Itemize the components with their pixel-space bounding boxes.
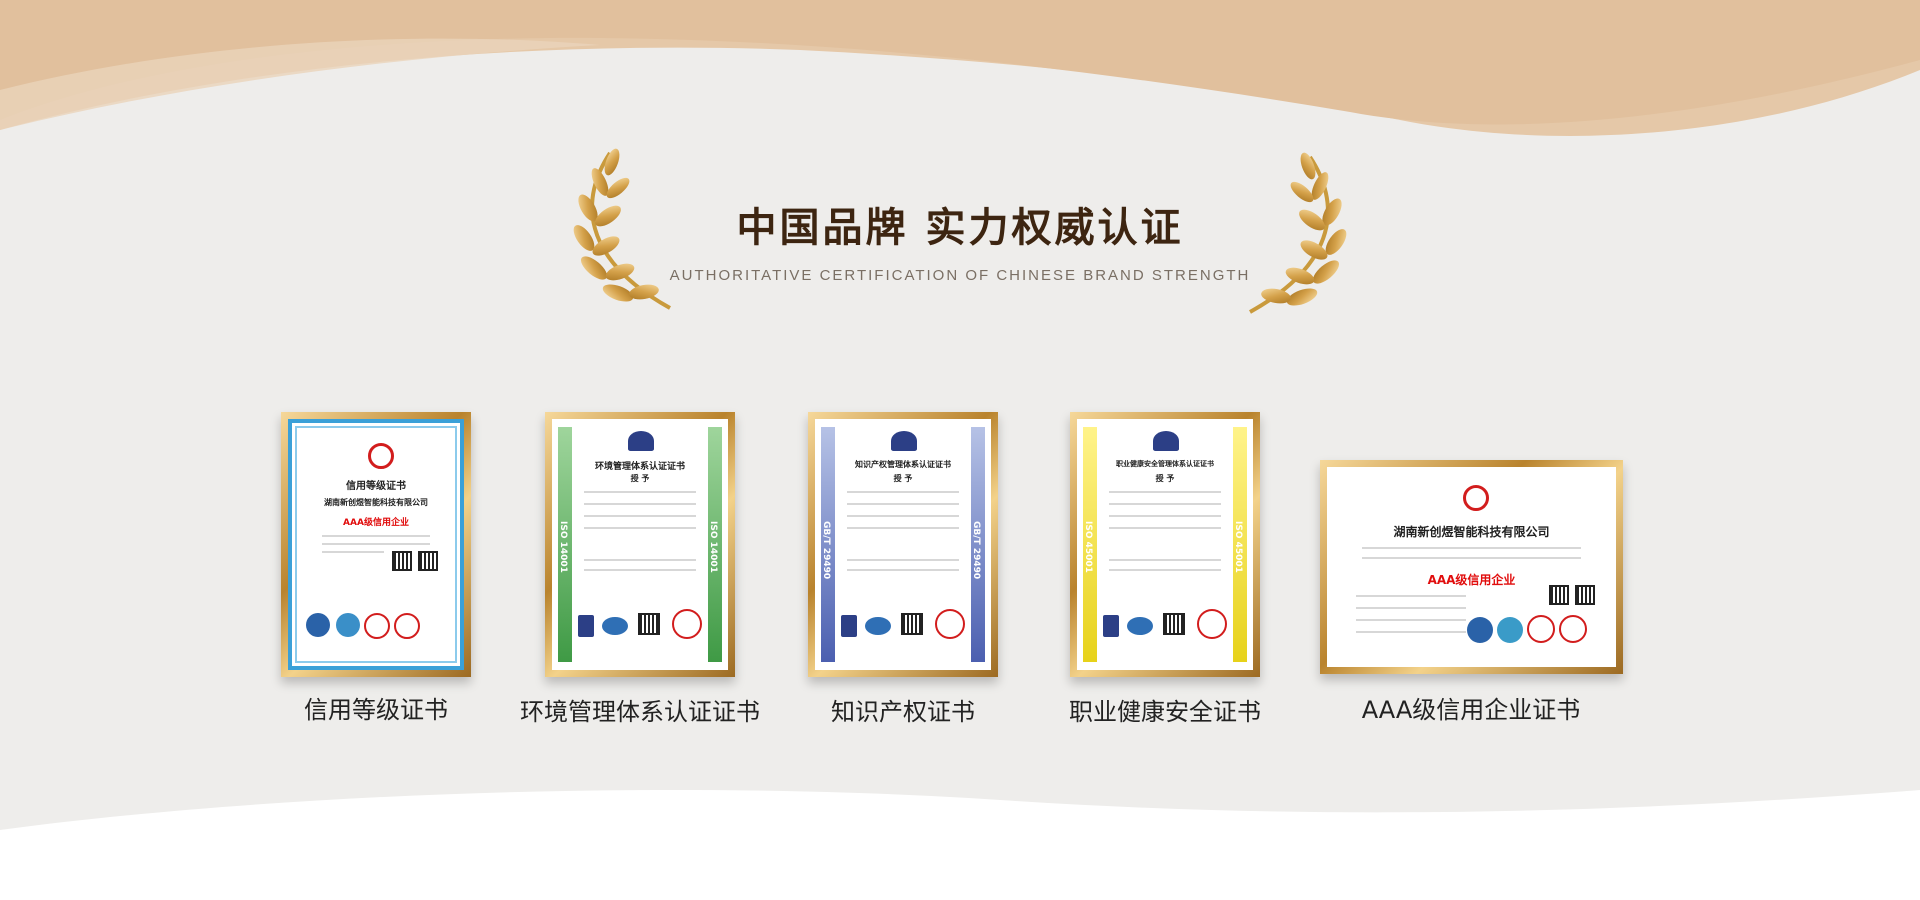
- qr-code-icon: [901, 613, 923, 635]
- certificate-company: 湖南新创煜智能科技有限公司: [324, 498, 428, 507]
- certificate-heading: 知识产权管理体系认证证书: [855, 460, 951, 469]
- emblem-icon: [1463, 485, 1489, 511]
- qr-code-icon: [1549, 585, 1569, 605]
- iaf-logo-icon: [865, 617, 891, 635]
- certificate-caption: 职业健康安全证书: [1069, 698, 1261, 726]
- certificate-subheading: 授 予: [893, 474, 913, 483]
- certificate-heading: 环境管理体系认证证书: [594, 462, 685, 472]
- iaf-logo-icon: [1497, 617, 1523, 643]
- iaf-logo-icon: [1127, 617, 1153, 635]
- qr-code-icon: [418, 551, 438, 571]
- emblem-icon: [368, 443, 394, 469]
- seal-icon: [935, 609, 965, 639]
- certificate-caption: AAA级信用企业证书: [1361, 696, 1581, 724]
- certificate-grade: AAA级信用企业: [343, 518, 409, 528]
- standard-label: ISO 14001: [708, 521, 718, 573]
- standard-label: ISO 14001: [558, 521, 568, 573]
- qr-code-icon: [1575, 585, 1595, 605]
- standard-label: GB/T 29490: [821, 521, 831, 580]
- iaf-logo-icon: [602, 617, 628, 635]
- certification-logo-icon: [578, 615, 594, 637]
- certificate-caption: 信用等级证书: [304, 696, 448, 724]
- certificate-subheading: 授 予: [630, 474, 650, 483]
- seal-icon: [364, 613, 390, 639]
- seal-icon: [394, 613, 420, 639]
- certificate-subheading: 授 予: [1155, 474, 1175, 483]
- standard-label: ISO 45001: [1083, 521, 1093, 573]
- ccaa-logo-icon: [306, 613, 330, 637]
- seal-icon: [672, 609, 702, 639]
- page-title: 中国品牌 实力权威认证: [736, 205, 1184, 251]
- qr-code-icon: [392, 551, 412, 571]
- certificate-heading: 职业健康安全管理体系认证证书: [1116, 460, 1214, 468]
- seal-icon: [1559, 615, 1587, 643]
- standard-label: GB/T 29490: [971, 521, 981, 580]
- certificate-heading: 信用等级证书: [346, 481, 406, 492]
- ccaa-logo-icon: [1467, 617, 1493, 643]
- certificate-caption: 环境管理体系认证证书: [520, 698, 760, 726]
- certificate-caption: 知识产权证书: [831, 698, 975, 726]
- emblem-icon: [891, 431, 917, 451]
- section-heading: 中国品牌 实力权威认证 AUTHORITATIVE CERTIFICATION …: [0, 195, 1920, 284]
- iaf-logo-icon: [336, 613, 360, 637]
- standard-label: ISO 45001: [1233, 521, 1243, 573]
- qr-code-icon: [638, 613, 660, 635]
- certification-logo-icon: [1103, 615, 1119, 637]
- seal-icon: [1197, 609, 1227, 639]
- page-subtitle: AUTHORITATIVE CERTIFICATION OF CHINESE B…: [669, 267, 1251, 284]
- emblem-icon: [628, 431, 654, 451]
- certification-logo-icon: [841, 615, 857, 637]
- certificate-grade: AAA级信用企业: [1427, 573, 1516, 587]
- emblem-icon: [1153, 431, 1179, 451]
- seal-icon: [1527, 615, 1555, 643]
- certificate-company: 湖南新创煜智能科技有限公司: [1393, 525, 1550, 539]
- qr-code-icon: [1163, 613, 1185, 635]
